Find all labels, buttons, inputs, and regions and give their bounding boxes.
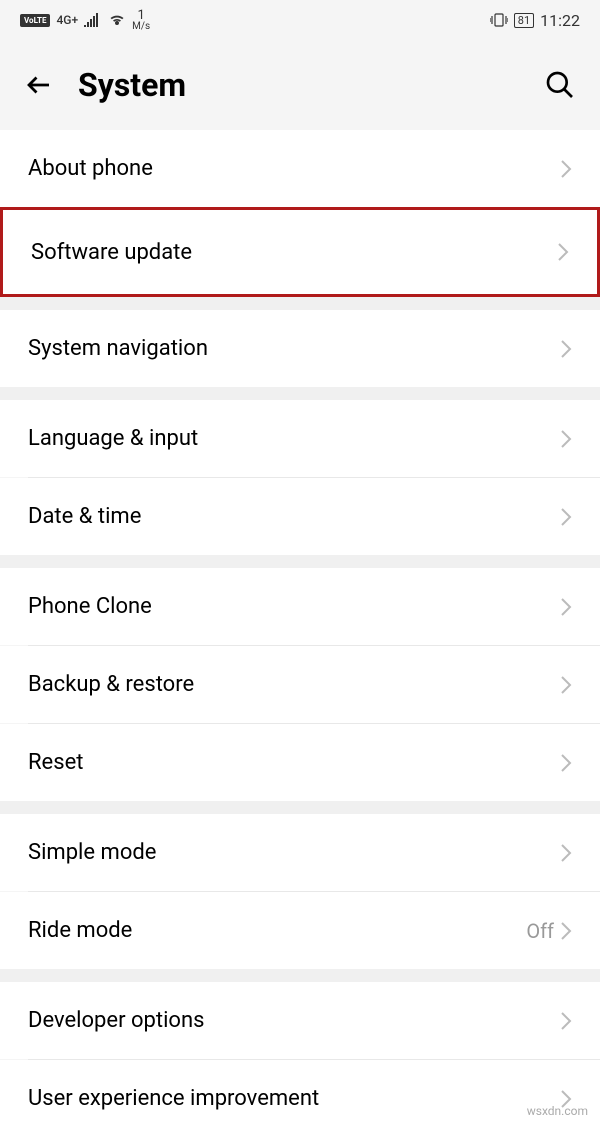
item-right: [557, 242, 569, 262]
vibrate-icon: [490, 12, 508, 28]
chevron-right-icon: [560, 753, 572, 773]
header: System: [0, 40, 600, 130]
chevron-right-icon: [557, 242, 569, 262]
chevron-right-icon: [560, 675, 572, 695]
section-gap: [0, 387, 600, 400]
settings-item-system-navigation[interactable]: System navigation: [0, 310, 600, 387]
settings-item-ride-mode[interactable]: Ride mode Off: [0, 892, 600, 969]
item-value: Off: [526, 919, 554, 943]
item-label: Phone Clone: [28, 594, 152, 619]
network-type: 4G+: [56, 13, 78, 27]
status-right: 81 11:22: [490, 11, 580, 30]
settings-item-user-experience-improvement[interactable]: User experience improvement: [0, 1060, 600, 1137]
item-right: [560, 1011, 572, 1031]
chevron-right-icon: [560, 843, 572, 863]
chevron-right-icon: [560, 159, 572, 179]
item-label: Language & input: [28, 426, 198, 451]
item-right: [560, 675, 572, 695]
chevron-right-icon: [560, 597, 572, 617]
item-right: [560, 429, 572, 449]
settings-item-about-phone[interactable]: About phone: [0, 130, 600, 207]
settings-item-backup-restore[interactable]: Backup & restore: [0, 646, 600, 723]
clock: 11:22: [540, 11, 580, 30]
item-label: Backup & restore: [28, 672, 194, 697]
item-right: [560, 597, 572, 617]
chevron-right-icon: [560, 507, 572, 527]
volte-badge: VoLTE: [20, 14, 50, 27]
settings-item-language-input[interactable]: Language & input: [0, 400, 600, 477]
item-label: Developer options: [28, 1008, 204, 1033]
section-gap: [0, 555, 600, 568]
item-label: Ride mode: [28, 918, 132, 943]
item-right: [560, 159, 572, 179]
settings-item-software-update[interactable]: Software update: [0, 207, 600, 297]
item-right: [560, 843, 572, 863]
item-label: About phone: [28, 156, 153, 181]
search-icon[interactable]: [544, 69, 576, 101]
item-label: User experience improvement: [28, 1086, 319, 1111]
chevron-right-icon: [560, 1011, 572, 1031]
watermark: wsxdn.com: [527, 1104, 588, 1118]
page-title: System: [78, 66, 520, 104]
section-gap: [0, 297, 600, 310]
chevron-right-icon: [560, 339, 572, 359]
speed-indicator: 1 M/s: [132, 9, 150, 32]
settings-item-developer-options[interactable]: Developer options: [0, 982, 600, 1059]
settings-item-phone-clone[interactable]: Phone Clone: [0, 568, 600, 645]
settings-item-reset[interactable]: Reset: [0, 724, 600, 801]
wifi-icon: [108, 13, 126, 27]
battery-indicator: 81: [514, 13, 534, 28]
section-gap: [0, 801, 600, 814]
chevron-right-icon: [560, 921, 572, 941]
settings-item-simple-mode[interactable]: Simple mode: [0, 814, 600, 891]
item-right: [560, 507, 572, 527]
back-icon[interactable]: [24, 70, 54, 100]
item-right: Off: [526, 919, 572, 943]
status-bar: VoLTE 4G+ 1 M/s 81 11:22: [0, 0, 600, 40]
status-left: VoLTE 4G+ 1 M/s: [20, 9, 150, 32]
item-label: Simple mode: [28, 840, 156, 865]
item-right: [560, 339, 572, 359]
item-label: Date & time: [28, 504, 141, 529]
item-label: System navigation: [28, 336, 208, 361]
settings-item-date-time[interactable]: Date & time: [0, 478, 600, 555]
item-label: Reset: [28, 750, 83, 775]
item-right: [560, 753, 572, 773]
item-label: Software update: [31, 240, 192, 265]
chevron-right-icon: [560, 429, 572, 449]
section-gap: [0, 969, 600, 982]
signal-icon: [84, 13, 102, 27]
